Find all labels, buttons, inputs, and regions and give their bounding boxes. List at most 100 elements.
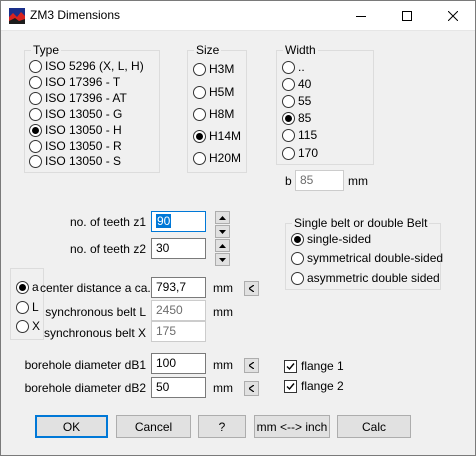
width-option-55[interactable]: 55 <box>282 93 311 109</box>
calc-mode-l[interactable]: L <box>16 299 39 315</box>
belt-type-group-label: Single belt or double Belt <box>292 216 430 230</box>
size-option-h20m[interactable]: H20M <box>193 150 241 166</box>
radio-button[interactable] <box>29 139 42 153</box>
radio-label: ISO 17396 - T <box>45 75 121 89</box>
radio-button[interactable] <box>291 271 304 285</box>
width-option-40[interactable]: 40 <box>282 76 311 92</box>
radio-label: single-sided <box>307 232 372 246</box>
teeth-z1-field[interactable]: 90 <box>151 211 206 232</box>
width-b-field[interactable]: 85 <box>295 170 344 191</box>
flange-2-checkbox-row[interactable]: flange 2 <box>284 378 344 394</box>
width-option-170[interactable]: 170 <box>282 145 318 161</box>
radio-button[interactable] <box>193 62 206 76</box>
radio-button[interactable] <box>193 85 206 99</box>
flange-2-checkbox[interactable] <box>284 379 297 393</box>
radio-button[interactable] <box>29 107 42 121</box>
size-option-h8m[interactable]: H8M <box>193 106 234 122</box>
teeth-spin-up[interactable] <box>215 211 230 224</box>
width-group-label: Width <box>283 43 318 57</box>
flange-2-label: flange 2 <box>301 379 344 393</box>
belt-option-asymmetric[interactable]: asymmetric double sided <box>291 270 440 286</box>
belt-option-single-sided[interactable]: single-sided <box>291 231 371 247</box>
width-option-85[interactable]: 85 <box>282 110 311 126</box>
radio-button[interactable] <box>282 77 295 91</box>
arrow-down-icon <box>219 257 226 262</box>
type-option-iso5296[interactable]: ISO 5296 (X, L, H) <box>29 58 144 74</box>
radio-button-selected[interactable] <box>16 280 29 294</box>
radio-button-selected[interactable] <box>29 123 42 137</box>
radio-label: ISO 13050 - S <box>45 154 122 168</box>
radio-button-selected[interactable] <box>291 232 304 246</box>
radio-button[interactable] <box>193 151 206 165</box>
flange-1-checkbox[interactable] <box>284 359 297 373</box>
radio-button[interactable] <box>291 251 304 265</box>
arrow-up-icon <box>219 243 226 248</box>
close-button[interactable] <box>430 0 476 31</box>
unit-toggle-button[interactable]: mm <--> inch <box>254 415 330 438</box>
belt-option-symmetrical[interactable]: symmetrical double-sided <box>291 250 443 266</box>
teeth-z1-label: no. of teeth z1 <box>69 215 146 229</box>
radio-button[interactable] <box>16 319 29 333</box>
maximize-button[interactable] <box>384 0 430 31</box>
center-distance-arrow-button[interactable] <box>244 281 259 296</box>
width-option-115[interactable]: 115 <box>282 127 317 143</box>
type-option-iso13050-g[interactable]: ISO 13050 - G <box>29 106 122 122</box>
radio-label: H20M <box>209 151 242 165</box>
close-icon <box>448 10 458 21</box>
radio-button[interactable] <box>282 128 295 142</box>
size-option-h14m[interactable]: H14M <box>193 128 241 144</box>
cancel-button[interactable]: Cancel <box>116 415 191 438</box>
borehole-db1-unit: mm <box>213 358 233 372</box>
teeth-z2-spin-down[interactable] <box>215 253 230 266</box>
borehole-db1-field[interactable]: 100 <box>151 353 206 374</box>
radio-label: H3M <box>209 62 235 76</box>
minimize-button[interactable] <box>338 0 384 31</box>
teeth-spin-down[interactable] <box>215 225 230 238</box>
teeth-z2-field[interactable]: 30 <box>151 238 206 259</box>
radio-label: H5M <box>209 85 235 99</box>
radio-button[interactable] <box>29 91 42 105</box>
radio-button[interactable] <box>282 94 295 108</box>
radio-button[interactable] <box>16 300 29 314</box>
radio-button[interactable] <box>193 107 206 121</box>
radio-button[interactable] <box>282 146 295 160</box>
radio-label: a <box>32 280 39 294</box>
size-option-h3m[interactable]: H3M <box>193 61 234 77</box>
radio-button[interactable] <box>29 75 42 89</box>
type-option-iso13050-h[interactable]: ISO 13050 - H <box>29 122 122 138</box>
radio-button-selected[interactable] <box>282 111 295 125</box>
maximize-icon <box>402 10 412 21</box>
arrow-left-icon <box>249 362 254 369</box>
belt-l-unit: mm <box>213 305 233 319</box>
type-option-iso17396-at[interactable]: ISO 17396 - AT <box>29 90 127 106</box>
radio-label: .. <box>298 60 305 74</box>
radio-label: 55 <box>298 94 312 108</box>
size-option-h5m[interactable]: H5M <box>193 84 234 100</box>
radio-label: symmetrical double-sided <box>307 251 444 265</box>
radio-button[interactable] <box>29 154 42 168</box>
flange-1-checkbox-row[interactable]: flange 1 <box>284 358 344 374</box>
type-option-iso13050-r[interactable]: ISO 13050 - R <box>29 138 122 154</box>
help-button[interactable]: ? <box>198 415 246 438</box>
calc-button[interactable]: Calc <box>337 415 411 438</box>
borehole-db2-unit: mm <box>213 381 233 395</box>
radio-button-selected[interactable] <box>193 129 206 143</box>
center-distance-field[interactable]: 793,7 <box>151 277 206 298</box>
radio-button[interactable] <box>29 59 42 73</box>
borehole-db2-arrow-button[interactable] <box>244 381 259 396</box>
calc-mode-x[interactable]: X <box>16 318 40 334</box>
radio-label: L <box>32 300 39 314</box>
type-option-iso17396-t[interactable]: ISO 17396 - T <box>29 74 120 90</box>
type-option-iso13050-s[interactable]: ISO 13050 - S <box>29 153 121 169</box>
width-option-dots[interactable]: .. <box>282 59 305 75</box>
calc-mode-a[interactable]: a <box>16 279 39 295</box>
belt-x-field[interactable]: 175 <box>151 321 206 342</box>
radio-button[interactable] <box>282 60 295 74</box>
width-b-unit: mm <box>348 174 368 188</box>
belt-l-field[interactable]: 2450 <box>151 300 206 321</box>
ok-button[interactable]: OK <box>35 415 108 438</box>
teeth-z2-spin-up[interactable] <box>215 239 230 252</box>
borehole-db2-field[interactable]: 50 <box>151 377 206 398</box>
borehole-db1-arrow-button[interactable] <box>244 358 259 373</box>
radio-label: asymmetric double sided <box>307 271 440 285</box>
